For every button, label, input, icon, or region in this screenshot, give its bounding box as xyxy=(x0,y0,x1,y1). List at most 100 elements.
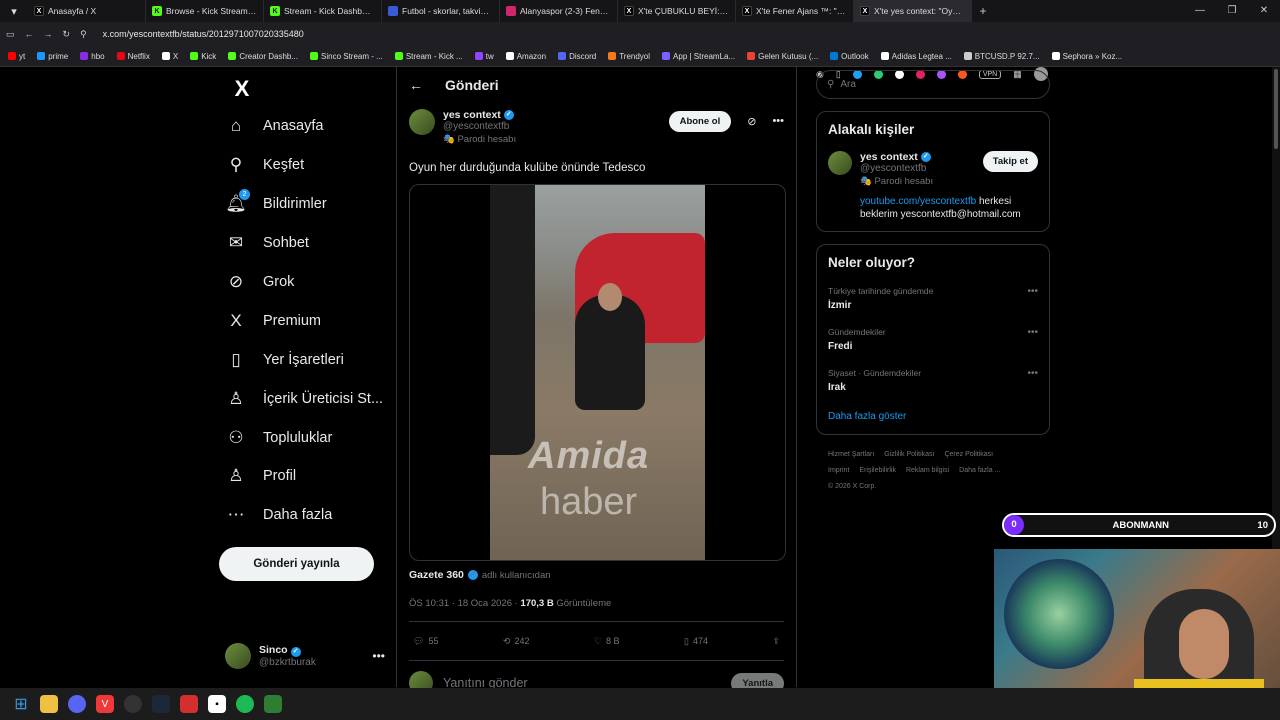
related-person[interactable]: yes context ✓ @yescontextfb 🎭 Parodi hesa… xyxy=(828,151,1038,187)
nav-item-x-premium[interactable]: X Premium xyxy=(215,301,383,340)
riot-icon[interactable] xyxy=(180,695,198,713)
nav-item-creator[interactable]: ♙ İçerik Üreticisi St... xyxy=(215,379,383,418)
post-button[interactable]: Gönderi yayınla xyxy=(219,547,374,581)
bookmark-item[interactable]: BTCUSD.P 92.7... xyxy=(963,52,1040,61)
close-window-icon[interactable]: ✕ xyxy=(1248,0,1280,22)
x-logo-icon[interactable]: X xyxy=(226,73,258,105)
search-input[interactable]: ⚲ Ara xyxy=(816,70,1050,99)
bookmark-item[interactable]: tw xyxy=(474,52,494,61)
subscribe-button[interactable]: Abone ol xyxy=(668,111,732,132)
nav-item-communities[interactable]: ⚇ Topluluklar xyxy=(215,418,383,457)
nav-item-bell[interactable]: 🔔︎ 2 Bildirimler xyxy=(215,185,383,224)
footer-link[interactable]: Hizmet Şartları xyxy=(828,451,874,458)
footer-link[interactable]: Erişilebilirlik xyxy=(859,467,896,474)
site-info-icon[interactable]: ⚲ xyxy=(80,29,87,40)
discord-icon[interactable] xyxy=(68,695,86,713)
vivaldi-menu-icon[interactable]: ▾ xyxy=(0,0,28,22)
author-handle[interactable]: @yescontextfb xyxy=(443,121,516,132)
source-attribution[interactable]: Gazete 360 ✓ adlı kullanıcıdan xyxy=(409,569,784,581)
vivaldi-icon[interactable]: V xyxy=(96,695,114,713)
more-icon[interactable]: ••• xyxy=(1027,327,1038,338)
share-action[interactable]: ⇪ xyxy=(772,636,780,647)
bookmark-item[interactable]: hbo xyxy=(80,52,105,61)
browser-tab[interactable]: X X'te yes context: "Oyun her xyxy=(854,0,972,22)
trend-item[interactable]: Siyaset · Gündemdekiler Irak ••• xyxy=(828,368,1038,393)
panel-toggle-icon[interactable]: ▭ xyxy=(6,29,15,40)
browser-tab[interactable]: K Stream - Kick Dashboard xyxy=(264,0,382,22)
bookmark-item[interactable]: Creator Dashb... xyxy=(228,52,298,61)
footer-link[interactable]: Çerez Politikası xyxy=(944,451,993,458)
avatar[interactable] xyxy=(828,151,852,175)
bio-link[interactable]: youtube.com/yescontextfb xyxy=(860,196,976,207)
author-name[interactable]: yes context ✓ xyxy=(443,109,516,121)
reply-action[interactable]: 💬︎ 55 xyxy=(413,636,438,647)
bookmark-item[interactable]: Outlook xyxy=(830,52,869,61)
spotify-icon[interactable] xyxy=(236,695,254,713)
maximize-icon[interactable]: ❐ xyxy=(1216,0,1248,22)
browser-tab[interactable]: X X'te ÇUBUKLU BEYİ: "Talisc xyxy=(618,0,736,22)
repost-action[interactable]: ⟲ 242 xyxy=(503,636,530,647)
browser-tab[interactable]: Alanyaspor (2-3) Fenerbah xyxy=(500,0,618,22)
footer-link[interactable]: © 2026 X Corp. xyxy=(828,483,876,490)
more-icon[interactable]: ••• xyxy=(772,115,784,127)
bookmark-item[interactable]: Stream - Kick ... xyxy=(394,52,463,61)
show-more-link[interactable]: Daha fazla göster xyxy=(828,411,1038,422)
back-arrow-icon[interactable]: ← xyxy=(409,77,423,93)
footer-link[interactable]: Daha fazla ... xyxy=(959,467,1000,474)
bookmark-item[interactable]: Sinco Stream - ... xyxy=(310,52,383,61)
bookmark-action[interactable]: ▯ 474 xyxy=(684,636,708,647)
nav-item-profile[interactable]: ♙ Profil xyxy=(215,457,383,496)
reload-icon[interactable]: ↻ xyxy=(63,29,71,40)
bookmark-item[interactable]: Amazon xyxy=(505,52,546,61)
follow-button[interactable]: Takip et xyxy=(982,151,1038,172)
bookmark-item[interactable]: Trendyol xyxy=(608,52,650,61)
browser-tab[interactable]: Futbol - skorlar, takvim & o xyxy=(382,0,500,22)
related-name[interactable]: yes context ✓ xyxy=(860,151,933,163)
app-icon[interactable]: ▪ xyxy=(208,695,226,713)
related-handle[interactable]: @yescontextfb xyxy=(860,163,933,174)
nav-item-search[interactable]: ⚲ Keşfet xyxy=(215,146,383,185)
nav-item-grok[interactable]: ⊘ Grok xyxy=(215,263,383,302)
new-tab-button[interactable]: + xyxy=(972,4,994,18)
nav-item-bookmark[interactable]: ▯ Yer İşaretleri xyxy=(215,340,383,379)
video-player[interactable]: Amida haber xyxy=(409,184,786,561)
bookmark-item[interactable]: Adidas Legtea ... xyxy=(880,52,952,61)
more-icon[interactable]: ••• xyxy=(372,649,385,663)
bookmark-item[interactable]: prime xyxy=(37,52,68,61)
nav-item-more-circle[interactable]: ⋯ Daha fazla xyxy=(215,496,383,535)
bookmark-item[interactable]: yt xyxy=(8,52,25,61)
like-action[interactable]: ♡ 8 B xyxy=(594,636,620,647)
forward-icon[interactable]: → xyxy=(44,29,53,39)
bookmark-item[interactable]: Kick xyxy=(190,52,216,61)
browser-tab[interactable]: X X'te Fener Ajans ™: "SON D xyxy=(736,0,854,22)
avatar[interactable] xyxy=(409,109,435,135)
footer-link[interactable]: Reklam bilgisi xyxy=(906,467,949,474)
bookmark-item[interactable]: Sephora » Koz... xyxy=(1051,52,1122,61)
nav-item-home[interactable]: ⌂ Anasayfa xyxy=(215,107,383,146)
file-explorer-icon[interactable] xyxy=(40,695,58,713)
minimize-icon[interactable]: — xyxy=(1184,0,1216,22)
browser-tab[interactable]: X Anasayfa / X xyxy=(28,0,146,22)
bookmark-item[interactable]: Gelen Kutusu (... xyxy=(747,52,818,61)
obs-icon[interactable] xyxy=(124,695,142,713)
more-icon[interactable]: ••• xyxy=(1027,368,1038,379)
grok-icon[interactable]: ⊘ xyxy=(747,115,756,128)
account-switcher[interactable]: Sinco ✓ @bzkrtburak ••• xyxy=(225,643,385,669)
url-field[interactable]: x.com/yescontextfb/status/20129710070203… xyxy=(103,29,304,39)
steam-icon[interactable] xyxy=(152,695,170,713)
trend-item[interactable]: Gündemdekiler Fredi ••• xyxy=(828,327,1038,352)
more-icon[interactable]: ••• xyxy=(1027,286,1038,297)
bookmark-item[interactable]: X xyxy=(161,52,178,61)
footer-link[interactable]: Imprint xyxy=(828,467,849,474)
browser-tab[interactable]: K Browse - Kick Streaming xyxy=(146,0,264,22)
bookmark-item[interactable]: App | StreamLa... xyxy=(662,52,735,61)
back-icon[interactable]: ← xyxy=(25,29,34,39)
nav-item-mail[interactable]: ✉ Sohbet xyxy=(215,224,383,263)
footer-link[interactable]: Gizlilik Politikası xyxy=(884,451,934,458)
trend-item[interactable]: Türkiye tarihinde gündemde İzmir ••• xyxy=(828,286,1038,311)
trend-category: Gündemdekiler xyxy=(828,327,886,337)
windows-start-icon[interactable]: ⊞ xyxy=(12,695,30,713)
bookmark-item[interactable]: Discord xyxy=(558,52,596,61)
bookmark-item[interactable]: Netflix xyxy=(116,52,150,61)
app-icon[interactable] xyxy=(264,695,282,713)
